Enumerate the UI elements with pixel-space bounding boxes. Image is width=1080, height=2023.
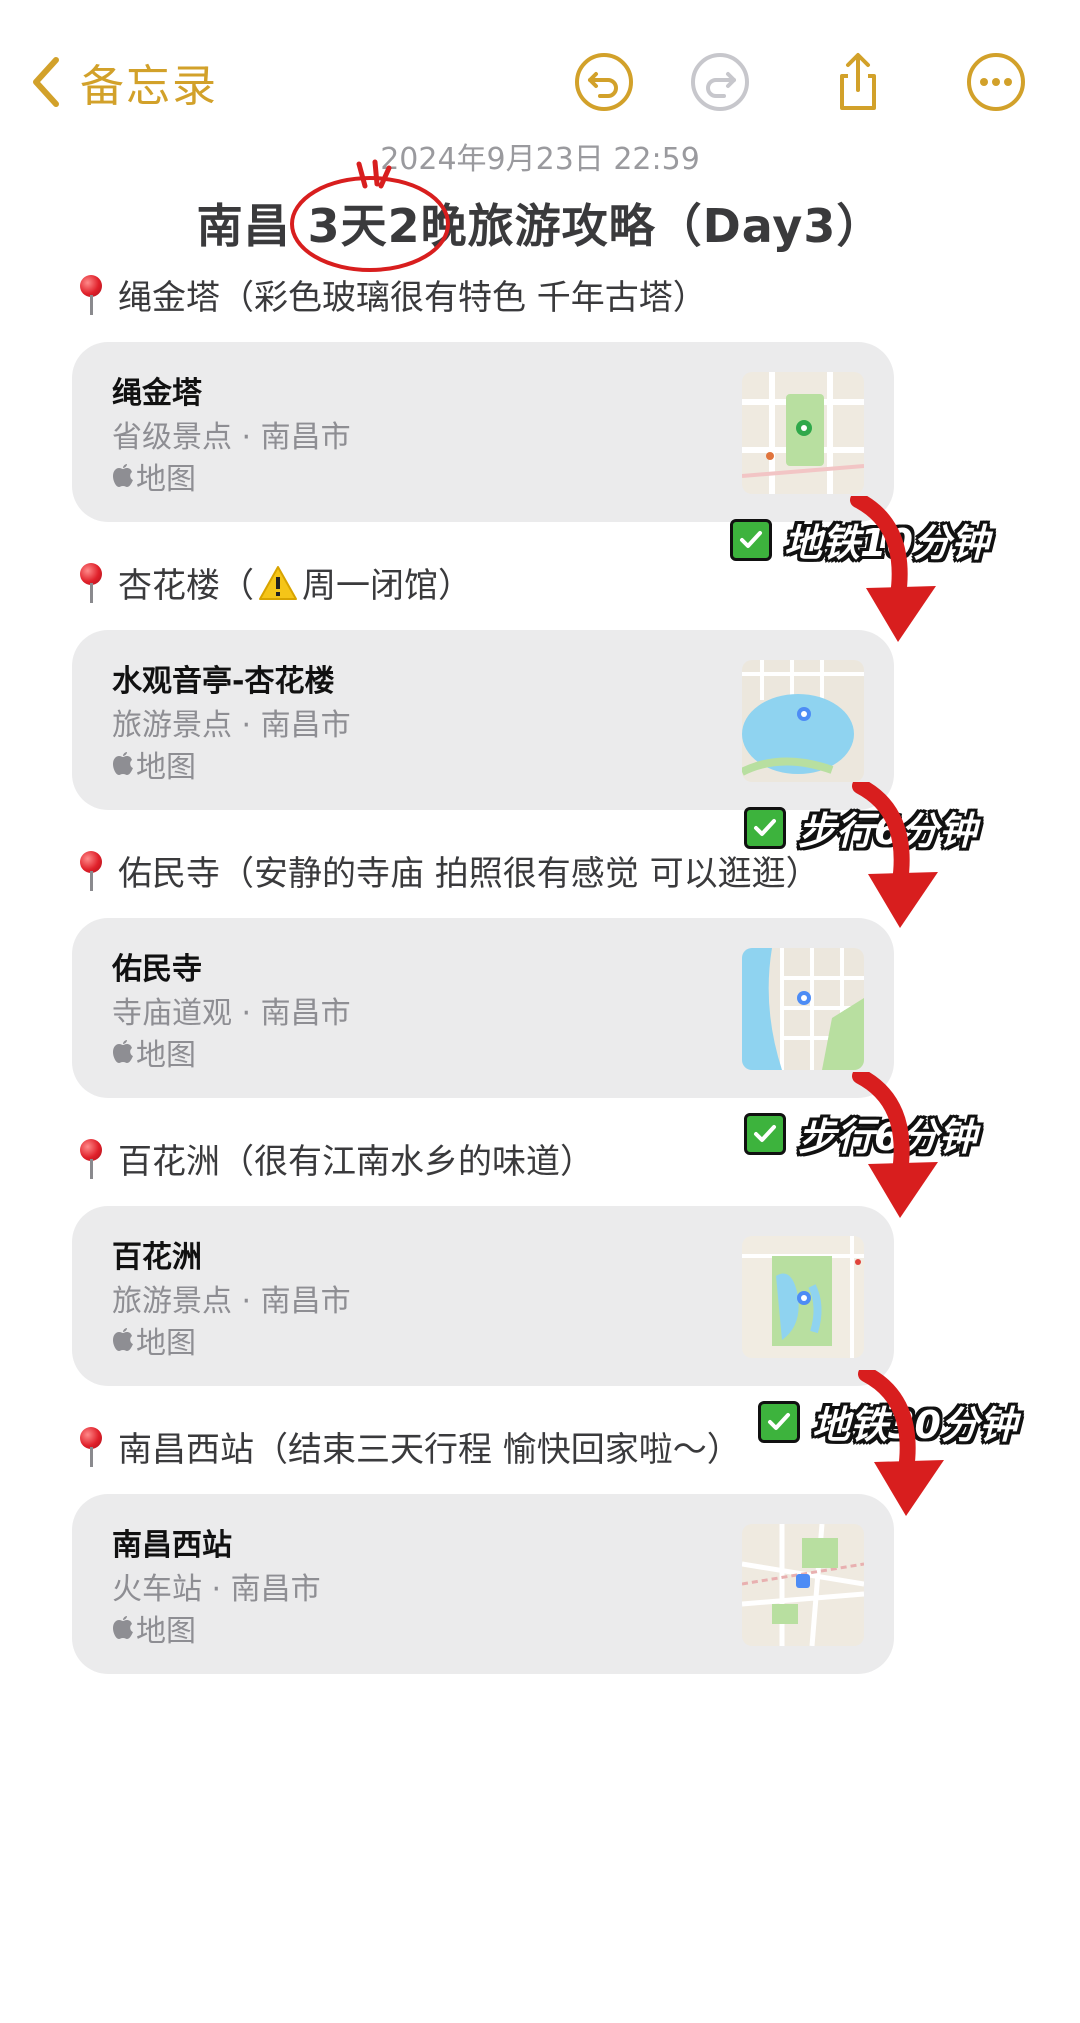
place-name: 水观音亭-杏花楼 bbox=[112, 664, 335, 699]
note-date: 2024年9月23日 22:59 bbox=[380, 142, 700, 177]
warning-icon bbox=[259, 565, 297, 600]
back-label: 备忘录 bbox=[80, 61, 218, 112]
redo-button[interactable] bbox=[688, 50, 752, 114]
check-icon bbox=[744, 806, 786, 849]
maps-source: 地图 bbox=[112, 1318, 196, 1362]
apple-logo-icon bbox=[113, 464, 133, 487]
apple-logo-icon bbox=[113, 1040, 133, 1063]
redo-icon bbox=[691, 53, 749, 111]
map-thumbnail bbox=[742, 1524, 864, 1646]
pin-icon bbox=[76, 1137, 106, 1181]
place-name: 佑民寺 bbox=[112, 952, 202, 987]
more-icon bbox=[967, 53, 1025, 111]
section-heading: 南昌西站（结束三天行程 愉快回家啦～） bbox=[76, 1422, 741, 1471]
map-thumbnail bbox=[742, 1236, 864, 1358]
place-subtitle: 省级景点 · 南昌市 bbox=[112, 420, 351, 455]
red-arrow-icon bbox=[852, 782, 938, 928]
section-heading: 杏花楼（ 周一闭馆） bbox=[76, 558, 472, 607]
share-button[interactable] bbox=[826, 50, 890, 114]
undo-icon bbox=[575, 53, 633, 111]
map-card[interactable]: 绳金塔 省级景点 · 南昌市 地图 bbox=[72, 342, 894, 522]
map-card[interactable]: 百花洲 旅游景点 · 南昌市 地图 bbox=[72, 1206, 894, 1386]
pin-icon bbox=[76, 849, 106, 893]
share-icon bbox=[840, 53, 876, 110]
back-button[interactable]: 备忘录 bbox=[28, 52, 218, 112]
undo-button[interactable] bbox=[572, 50, 636, 114]
red-circle-annotation bbox=[290, 159, 450, 272]
place-subtitle: 旅游景点 · 南昌市 bbox=[112, 708, 351, 743]
apple-logo-icon bbox=[113, 752, 133, 775]
maps-source: 地图 bbox=[112, 1606, 196, 1650]
pin-icon bbox=[76, 1425, 106, 1469]
more-button[interactable] bbox=[964, 50, 1028, 114]
note-title: 南昌 3天2晚旅游攻略（Day3） bbox=[196, 199, 884, 253]
maps-source: 地图 bbox=[112, 742, 196, 786]
place-name: 南昌西站 bbox=[112, 1528, 232, 1563]
map-card[interactable]: 南昌西站 火车站 · 南昌市 地图 bbox=[72, 1494, 894, 1674]
check-icon bbox=[730, 518, 772, 561]
check-icon bbox=[758, 1400, 800, 1443]
map-thumbnail bbox=[742, 948, 864, 1070]
section-heading: 佑民寺（安静的寺庙 拍照很有感觉 可以逛逛） bbox=[76, 846, 820, 895]
pin-icon bbox=[76, 561, 106, 605]
map-thumbnail bbox=[742, 660, 864, 782]
apple-logo-icon bbox=[113, 1328, 133, 1351]
maps-source: 地图 bbox=[112, 1030, 196, 1074]
chevron-left-icon bbox=[33, 57, 59, 107]
section-heading: 绳金塔（彩色玻璃很有特色 千年古塔） bbox=[76, 270, 707, 319]
red-arrow-icon bbox=[850, 496, 936, 642]
map-thumbnail bbox=[742, 372, 864, 494]
place-subtitle: 火车站 · 南昌市 bbox=[112, 1572, 321, 1607]
place-subtitle: 寺庙道观 · 南昌市 bbox=[112, 996, 351, 1031]
place-name: 绳金塔 bbox=[112, 376, 202, 411]
pin-icon bbox=[76, 273, 106, 317]
maps-source: 地图 bbox=[112, 454, 196, 498]
map-card[interactable]: 水观音亭-杏花楼 旅游景点 · 南昌市 地图 bbox=[72, 630, 894, 810]
apple-logo-icon bbox=[113, 1616, 133, 1639]
map-card[interactable]: 佑民寺 寺庙道观 · 南昌市 地图 bbox=[72, 918, 894, 1098]
red-arrow-icon bbox=[852, 1072, 938, 1218]
check-icon bbox=[744, 1112, 786, 1155]
section-heading: 百花洲（很有江南水乡的味道） bbox=[76, 1134, 594, 1183]
place-subtitle: 旅游景点 · 南昌市 bbox=[112, 1284, 351, 1319]
place-name: 百花洲 bbox=[112, 1240, 202, 1275]
